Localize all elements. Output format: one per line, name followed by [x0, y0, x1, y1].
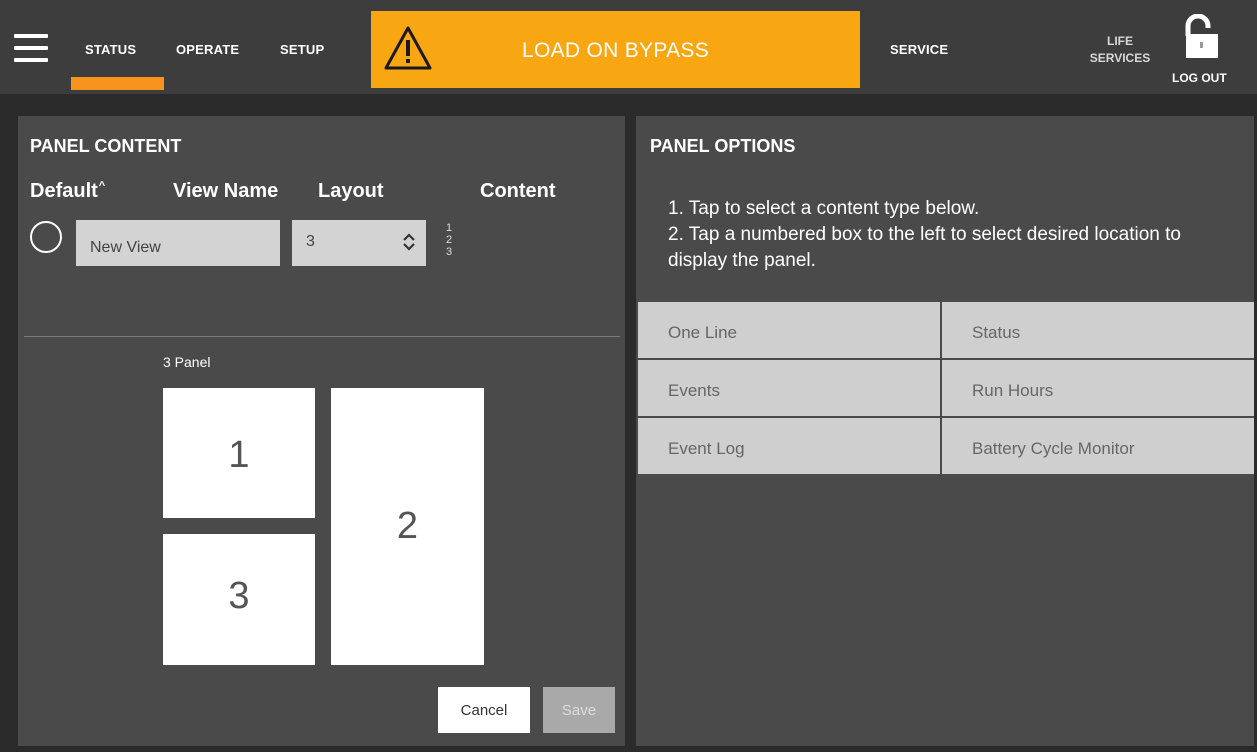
hamburger-menu-icon[interactable] — [14, 34, 48, 62]
tab-status[interactable]: STATUS — [85, 42, 136, 57]
content-slot-number: 3 — [446, 246, 453, 258]
layout-select-value: 3 — [306, 233, 315, 250]
panel-content-section: PANEL CONTENT Default^ View Name Layout … — [18, 116, 625, 746]
instructions-text: 1. Tap to select a content type below. 2… — [668, 196, 1238, 274]
section-divider — [24, 336, 620, 337]
save-button[interactable]: Save — [543, 687, 615, 733]
top-navigation-bar: STATUS OPERATE SETUP LOAD ON BYPASS SERV… — [0, 0, 1257, 94]
sort-caret-icon: ^ — [98, 180, 106, 192]
slot-number: 3 — [228, 575, 250, 617]
default-header-label: Default — [30, 180, 98, 202]
tab-service[interactable]: SERVICE — [890, 42, 948, 57]
column-header-layout: Layout — [318, 180, 384, 202]
column-header-view-name: View Name — [173, 180, 279, 202]
select-updown-arrows-icon — [403, 233, 415, 251]
active-tab-indicator — [71, 77, 164, 90]
content-type-one-line[interactable]: One Line — [638, 302, 940, 358]
panel-content-title: PANEL CONTENT — [30, 136, 182, 156]
logout-button[interactable]: LOG OUT — [1172, 71, 1227, 85]
content-type-events[interactable]: Events — [638, 360, 940, 416]
tab-operate[interactable]: OPERATE — [176, 42, 239, 57]
life-services-label-line1: LIFE — [1107, 34, 1133, 48]
panel-options-section: PANEL OPTIONS 1. Tap to select a content… — [636, 116, 1254, 746]
panel-options-title: PANEL OPTIONS — [650, 136, 796, 156]
slot-number: 1 — [228, 434, 250, 476]
layout-slot-1[interactable]: 1 — [163, 388, 315, 518]
layout-slot-3[interactable]: 3 — [163, 534, 315, 665]
life-services-label-line2: SERVICES — [1089, 51, 1151, 65]
content-slot-list: 1 2 3 — [446, 222, 452, 258]
tab-life-services[interactable]: LIFE SERVICES — [1082, 33, 1158, 67]
content-slot-number: 1 — [446, 222, 453, 234]
alarm-banner[interactable]: LOAD ON BYPASS — [371, 11, 860, 88]
layout-select[interactable]: 3 — [292, 220, 426, 266]
layout-slot-2[interactable]: 2 — [331, 388, 484, 665]
instruction-step-1: 1. Tap to select a content type below. — [668, 198, 980, 219]
content-type-status[interactable]: Status — [942, 302, 1254, 358]
column-header-default[interactable]: Default^ — [30, 180, 105, 203]
content-type-grid: One Line Status Events Run Hours Event L… — [638, 302, 1254, 476]
column-header-content: Content — [480, 180, 556, 202]
content-type-event-log[interactable]: Event Log — [638, 418, 940, 474]
default-radio-button[interactable] — [30, 221, 62, 253]
view-name-input[interactable] — [76, 220, 280, 266]
alarm-banner-text: LOAD ON BYPASS — [521, 39, 710, 62]
content-type-battery-cycle-monitor[interactable]: Battery Cycle Monitor — [942, 418, 1254, 474]
content-slot-number: 2 — [446, 234, 453, 246]
instruction-step-2: 2. Tap a numbered box to the left to sel… — [668, 224, 1181, 271]
slot-number: 2 — [396, 505, 419, 547]
layout-preview-caption: 3 Panel — [163, 354, 211, 370]
unlocked-padlock-icon[interactable] — [1180, 14, 1222, 60]
cancel-button[interactable]: Cancel — [438, 687, 530, 733]
tab-setup[interactable]: SETUP — [280, 42, 324, 57]
content-type-run-hours[interactable]: Run Hours — [942, 360, 1254, 416]
